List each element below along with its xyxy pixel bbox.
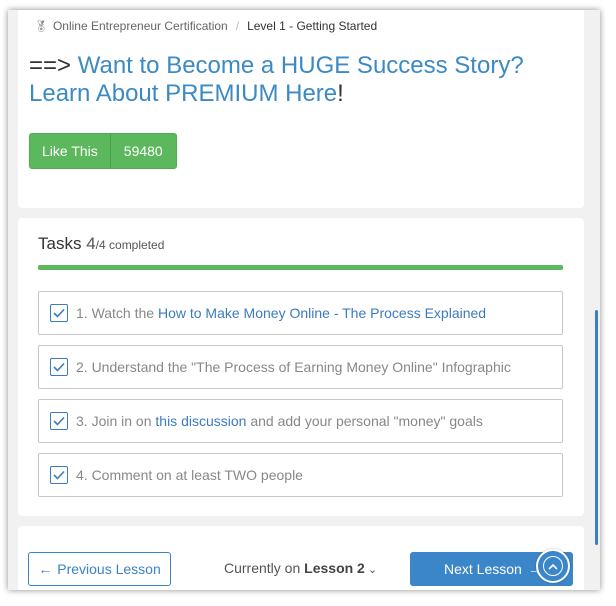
checkbox-checked-icon[interactable] [50, 358, 68, 376]
task-text: 1. Watch the How to Make Money Online - … [76, 305, 487, 321]
task-text: 2. Understand the "The Process of Earnin… [76, 359, 511, 375]
premium-link-line1[interactable]: Want to Become a HUGE Success Story? [78, 52, 524, 79]
breadcrumb-current: Level 1 - Getting Started [247, 19, 378, 33]
lesson-nav-card: ← Previous Lesson Currently on Lesson 2 ⌄… [18, 526, 584, 590]
breadcrumb-separator: / [235, 19, 240, 33]
promo-prefix: ==> [29, 52, 78, 79]
premium-link-line2[interactable]: Learn About PREMIUM Here [29, 80, 337, 107]
task-item-3[interactable]: 3. Join in on this discussion and add yo… [38, 399, 563, 443]
task-item-1[interactable]: 1. Watch the How to Make Money Online - … [38, 291, 563, 335]
scrollbar[interactable] [592, 10, 600, 590]
like-count: 59480 [109, 134, 176, 168]
promo-suffix: ! [337, 80, 344, 107]
checkbox-checked-icon[interactable] [50, 412, 68, 430]
breadcrumb-parent-link[interactable]: Online Entrepreneur Certification [53, 19, 228, 33]
checkbox-checked-icon[interactable] [50, 304, 68, 322]
tasks-title: Tasks [38, 234, 82, 253]
previous-lesson-label: Previous Lesson [57, 561, 161, 577]
scrollbar-thumb[interactable] [595, 310, 598, 545]
tasks-card: Tasks 4/4 completed 1. Watch the How to … [18, 218, 584, 516]
task-link[interactable]: this discussion [155, 413, 246, 429]
next-lesson-label: Next Lesson [444, 561, 522, 577]
current-lesson-dropdown[interactable]: Currently on Lesson 2 ⌄ [224, 560, 377, 576]
task-text: 4. Comment on at least TWO people [76, 467, 303, 483]
breadcrumb: 🏅︎ Online Entrepreneur Certification / L… [34, 19, 377, 33]
chevron-down-icon: ⌄ [367, 564, 378, 576]
current-lesson-prefix: Currently on [224, 560, 305, 576]
task-text: 3. Join in on this discussion and add yo… [76, 413, 483, 429]
tasks-heading: Tasks 4/4 completed [38, 234, 164, 254]
tasks-progress-bar [38, 265, 563, 270]
chevron-up-icon [543, 556, 563, 576]
checkbox-checked-icon[interactable] [50, 466, 68, 484]
page-frame: 🏅︎ Online Entrepreneur Certification / L… [8, 10, 600, 590]
like-button[interactable]: Like This 59480 [29, 133, 177, 169]
task-link[interactable]: How to Make Money Online - The Process E… [158, 305, 486, 321]
lesson-header-card: 🏅︎ Online Entrepreneur Certification / L… [18, 10, 584, 208]
task-item-2[interactable]: 2. Understand the "The Process of Earnin… [38, 345, 563, 389]
certificate-icon: 🏅︎ [34, 20, 48, 33]
task-item-4[interactable]: 4. Comment on at least TWO people [38, 453, 563, 497]
previous-lesson-button[interactable]: ← Previous Lesson [28, 552, 171, 586]
arrow-left-icon: ← [38, 561, 53, 577]
current-lesson-value: Lesson 2 [304, 560, 365, 576]
scroll-to-top-button[interactable] [536, 549, 570, 583]
tasks-done-count: 4 [86, 234, 96, 253]
like-button-label[interactable]: Like This [30, 134, 110, 168]
tasks-total-label: /4 completed [95, 238, 165, 252]
tasks-progress-fill [38, 265, 563, 270]
premium-promo: ==> Want to Become a HUGE Success Story?… [29, 52, 569, 108]
